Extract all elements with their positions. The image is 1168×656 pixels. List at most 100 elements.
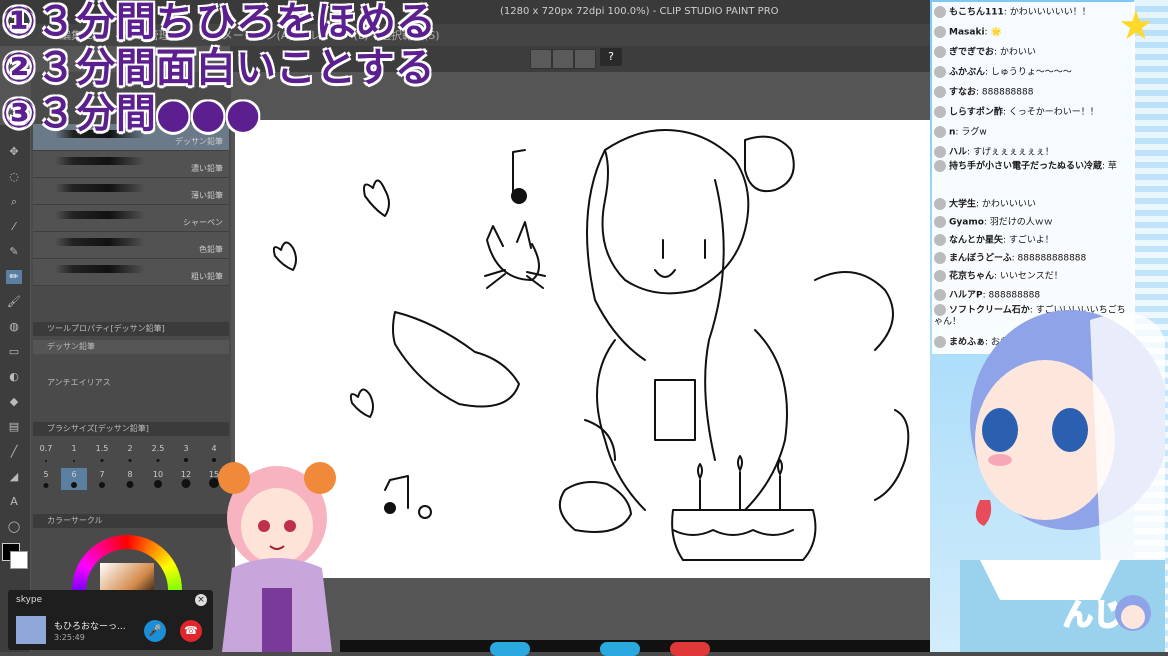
size-label: 1.5 — [95, 444, 109, 453]
chat-user: ぎでぎでお — [949, 47, 995, 58]
eraser-tool-icon[interactable]: ▭ — [6, 345, 22, 359]
brush-size-cell[interactable]: 0.7 — [33, 442, 59, 464]
command-button[interactable] — [552, 49, 574, 69]
size-dot — [126, 481, 134, 488]
chat-message: 大学生: かわいいいい — [934, 198, 1130, 211]
brush-stroke-preview — [55, 265, 145, 273]
pen-tool-icon[interactable]: ✎ — [6, 245, 22, 259]
brush-name: シャーペン — [183, 218, 223, 227]
move-tool-icon[interactable]: ✥ — [6, 145, 22, 159]
brush-item[interactable]: シャーペン — [33, 205, 229, 232]
brush-item[interactable]: 色鉛筆 — [33, 232, 229, 259]
size-label: 6 — [71, 470, 77, 479]
chat-message: もこちん111: かわいいいいい！！ — [934, 6, 1130, 19]
balloon-tool-icon[interactable]: ◯ — [6, 520, 22, 534]
command-button[interactable] — [530, 49, 552, 69]
blend-tool-icon[interactable]: ◐ — [6, 370, 22, 384]
skype-app-name: skype — [16, 595, 43, 605]
size-label: 10 — [152, 470, 164, 479]
chat-message: 持ち手が小さい電子だったぬるい冷蔵: 草 — [934, 160, 1130, 184]
size-label: 5 — [43, 470, 49, 479]
chat-user: Gyamo — [949, 217, 984, 228]
chat-text: かわいい — [999, 47, 1036, 58]
figure-tool-icon[interactable]: ╱ — [6, 445, 22, 459]
call-timer: 3:25:49 — [54, 633, 85, 642]
channel-logo: んじ — [1063, 595, 1151, 634]
tool-property-header: ツールプロパティ[デッサン鉛筆] — [33, 322, 229, 336]
magnifier-tool-icon[interactable]: ⌕ — [6, 195, 22, 209]
chat-user: 大学生 — [949, 199, 977, 210]
chat-message: Gyamo: 羽だけの人ｗｗ — [934, 216, 1130, 229]
command-button[interactable] — [574, 49, 596, 69]
user-avatar-icon — [934, 86, 946, 98]
chat-text: すごいよ！ — [1008, 235, 1054, 246]
brush-item[interactable]: 粗い鉛筆 — [33, 259, 229, 286]
brush-size-cell[interactable]: 8 — [117, 468, 143, 490]
brush-size-cell[interactable]: 1 — [61, 442, 87, 464]
size-label: 7 — [99, 470, 105, 479]
chat-text: すげぇぇぇぇぇぇ！ — [972, 147, 1054, 158]
taskbar-button[interactable] — [490, 642, 530, 656]
brush-size-cell[interactable]: 5 — [33, 468, 59, 490]
brush-name: 薄い鉛筆 — [191, 191, 223, 200]
gradient-tool-icon[interactable]: ▤ — [6, 420, 22, 434]
size-dot — [184, 458, 188, 462]
chat-text: くっそかーわいー！！ — [1008, 107, 1099, 118]
chat-text: 🌟 — [990, 27, 1002, 38]
sub-color-swatch[interactable] — [10, 551, 28, 569]
chat-text: かわいいいい — [981, 199, 1036, 210]
size-dot — [73, 460, 75, 462]
airbrush-tool-icon[interactable]: ◍ — [6, 320, 22, 334]
tool-palette: ✥ ◌ ⌕ ⁄ ✎ ✏ 🖌 ◍ ▭ ◐ ◆ ▤ ╱ ◢ A ◯ — [0, 125, 30, 652]
chat-user: もこちん111 — [949, 7, 1004, 18]
eyedropper-tool-icon[interactable]: ⁄ — [6, 220, 22, 234]
avatar-character-pink — [218, 462, 336, 652]
chat-text: 草 — [1107, 161, 1117, 172]
brush-size-cell[interactable]: 1.5 — [89, 442, 115, 464]
size-label: 0.7 — [39, 444, 53, 453]
size-dot — [128, 459, 132, 462]
chat-text: 888888888 — [981, 87, 1034, 98]
chat-user: すなお — [949, 87, 977, 98]
brush-size-cell[interactable]: 7 — [89, 468, 115, 490]
user-avatar-icon — [934, 160, 946, 172]
chat-text: 888888888 — [988, 290, 1041, 301]
chat-text: しゅうりょ～～～～ — [990, 67, 1072, 78]
antialias-label: アンチエイリアス — [33, 376, 229, 390]
taskbar-button[interactable] — [600, 642, 640, 656]
help-button[interactable]: ? — [600, 48, 622, 66]
size-label: 2.5 — [151, 444, 165, 453]
chat-text: いいセンスだ！ — [999, 271, 1063, 282]
brush-size-cell[interactable]: 12 — [173, 468, 199, 490]
ruler-tool-icon[interactable]: ◢ — [6, 470, 22, 484]
chat-text: 羽だけの人ｗｗ — [989, 217, 1053, 228]
brush-tool-icon[interactable]: 🖌 — [6, 295, 22, 309]
size-dot — [45, 460, 47, 462]
pencil-tool-icon[interactable]: ✏ — [6, 270, 22, 284]
chat-message: なんとか星矢: すごいよ！ — [934, 234, 1130, 247]
close-icon[interactable]: × — [195, 594, 207, 606]
overlay-line-1: ①３分間ちひろをほめる — [2, 0, 436, 45]
size-label: 8 — [127, 470, 133, 479]
microphone-icon[interactable]: 🎤 — [144, 620, 166, 642]
taskbar-button[interactable] — [670, 642, 710, 656]
brush-item[interactable]: 薄い鉛筆 — [33, 178, 229, 205]
brush-size-cell[interactable]: 3 — [173, 442, 199, 464]
chat-message: n: ラグw — [934, 126, 1130, 139]
brush-size-cell[interactable]: 10 — [145, 468, 171, 490]
brush-size-cell[interactable]: 2.5 — [145, 442, 171, 464]
phone-hangup-icon[interactable]: ☎ — [180, 620, 202, 642]
skype-call-widget: skype × もひろおなーっ... 3:25:49 🎤 ☎ — [8, 590, 213, 650]
brush-size-header: ブラシサイズ[デッサン鉛筆] — [33, 422, 229, 436]
fill-tool-icon[interactable]: ◆ — [6, 395, 22, 409]
brush-size-cell[interactable]: 2 — [117, 442, 143, 464]
lasso-tool-icon[interactable]: ◌ — [6, 170, 22, 184]
brush-item[interactable]: 濃い鉛筆 — [33, 151, 229, 178]
size-label: 2 — [127, 444, 133, 453]
chat-user: まんぼうどーふ — [949, 253, 1012, 264]
user-avatar-icon — [934, 126, 946, 138]
brush-size-cell-selected[interactable]: 6 — [61, 468, 87, 490]
chat-user: なんとか星矢 — [949, 235, 1004, 246]
text-tool-icon[interactable]: A — [6, 495, 22, 509]
chat-text: ラグw — [961, 127, 987, 138]
